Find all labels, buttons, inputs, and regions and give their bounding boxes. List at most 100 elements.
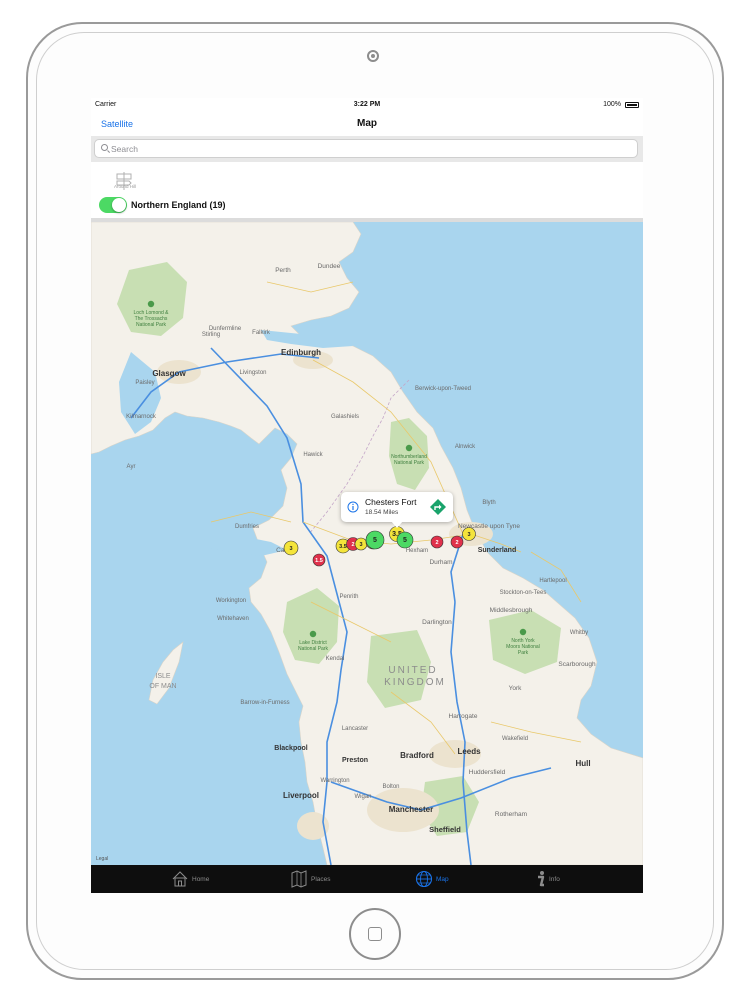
city-label: Stirling [202, 332, 220, 338]
directions-icon[interactable] [430, 499, 446, 515]
road-sign-caption: Around Hill [113, 184, 136, 189]
rating-marker[interactable]: 5 [365, 530, 385, 550]
city-label: Darlington [422, 619, 452, 626]
map-view[interactable]: UNITED KINGDOM ISLE OF MAN Legal Glasgow… [91, 222, 643, 865]
tree-icon [405, 444, 413, 452]
city-label: Warrington [320, 778, 349, 784]
city-label: Manchester [389, 805, 433, 814]
tab-places[interactable]: Places [261, 865, 399, 893]
city-label: Dumfries [235, 524, 259, 530]
city-label: Hexham [406, 548, 428, 554]
city-label: Edinburgh [281, 348, 321, 357]
city-label: Sunderland [478, 547, 517, 554]
city-label: Harrogate [449, 713, 478, 720]
tree-icon [519, 628, 527, 636]
park-label-line: National Park [136, 322, 167, 328]
country-label-line2: KINGDOM [384, 677, 446, 688]
search-input[interactable] [111, 141, 611, 156]
marker-label: 2 [435, 540, 438, 546]
front-camera [367, 50, 379, 62]
info-icon[interactable] [347, 501, 359, 513]
park-label-line: National Park [394, 460, 425, 466]
region-label: Northern England (19) [131, 200, 226, 210]
city-label: Falkirk [252, 330, 271, 336]
callout-pointer [391, 521, 403, 528]
rating-marker[interactable]: 2 [450, 535, 464, 549]
city-label: Barrow-in-Furness [240, 700, 289, 706]
isle-label-line2: OF MAN [149, 683, 176, 690]
page-title: Map [357, 118, 377, 129]
region-filter: Around Hill Northern England (19) [91, 162, 643, 222]
city-label: Paisley [135, 380, 154, 386]
country-label-line1: UNITED [388, 665, 437, 676]
tab-map[interactable]: Map [386, 865, 524, 893]
city-label: Blackpool [274, 745, 308, 752]
rating-marker[interactable]: 2 [430, 535, 444, 549]
tree-icon [147, 300, 155, 308]
battery-percent: 100% [603, 101, 621, 108]
city-label: Blyth [482, 500, 495, 506]
city-label: Whitehaven [217, 616, 249, 622]
home-icon [172, 871, 188, 887]
city-label: Liverpool [283, 791, 319, 800]
marker-label: 3 [289, 546, 292, 552]
search-icon [101, 144, 108, 151]
marker-label: 5 [403, 537, 407, 544]
navigation-bar: Satellite Map [91, 112, 643, 137]
city-label: Alnwick [455, 444, 476, 450]
marker-label: 5 [373, 537, 377, 544]
rating-marker[interactable]: 1.5 [312, 553, 326, 567]
city-label: Whitby [570, 630, 588, 636]
tree-icon [309, 630, 317, 638]
tab-info-label: Info [549, 876, 560, 883]
city-label: Glasgow [152, 369, 186, 378]
globe-icon [415, 870, 433, 888]
home-button[interactable] [349, 908, 401, 960]
region-toggle[interactable] [99, 197, 127, 213]
marker-label: 1.5 [315, 558, 323, 564]
marker-label: 2 [455, 540, 458, 546]
city-label: Dundee [318, 263, 341, 270]
city-label: Workington [216, 598, 246, 604]
map-callout[interactable]: Chesters Fort 18.54 Miles [341, 492, 453, 528]
rating-marker[interactable]: 5 [396, 531, 414, 549]
rating-marker[interactable]: 3 [462, 527, 476, 541]
marker-label: 3 [359, 542, 362, 548]
tab-info[interactable]: Info [505, 865, 643, 893]
city-label: Ayr [127, 464, 136, 470]
tab-home-label: Home [192, 876, 210, 883]
marker-label: 3 [467, 532, 470, 538]
search-bar-container [91, 136, 643, 162]
search-bar[interactable] [94, 139, 638, 158]
city-label: Durham [429, 559, 452, 566]
city-label: Galashiels [331, 414, 359, 420]
city-label: Huddersfield [469, 769, 506, 776]
city-label: Leeds [457, 747, 481, 756]
battery-icon [625, 102, 639, 108]
map-book-icon [291, 870, 307, 888]
marker-label: 3.5 [339, 544, 347, 550]
city-label: Rotherham [495, 811, 527, 818]
city-label: Perth [275, 267, 291, 274]
city-label: Stockton-on-Tees [500, 590, 547, 596]
city-label: Kendal [326, 656, 345, 662]
rating-marker[interactable]: 3 [354, 537, 368, 551]
callout-title: Chesters Fort [365, 497, 417, 507]
city-label: Berwick-upon-Tweed [415, 386, 471, 392]
city-label: Bolton [382, 784, 399, 790]
tab-home[interactable]: Home [141, 865, 279, 893]
city-label: Hull [575, 759, 590, 768]
city-label: York [509, 685, 523, 692]
rating-marker[interactable]: 3 [283, 540, 299, 556]
city-label: Hartlepool [539, 578, 566, 584]
clock: 3:22 PM [353, 101, 381, 108]
marker-label: 2 [351, 542, 354, 548]
park-label-line: National Park [298, 646, 329, 652]
park-label-line: Park [518, 650, 529, 656]
status-bar: Carrier 3:22 PM 100% [91, 98, 643, 112]
map-legal-link[interactable]: Legal [96, 856, 108, 862]
info-icon [538, 871, 545, 887]
callout-distance: 18.54 Miles [365, 509, 399, 516]
city-label: Hawick [303, 452, 323, 458]
isle-label-line1: ISLE [155, 673, 171, 680]
